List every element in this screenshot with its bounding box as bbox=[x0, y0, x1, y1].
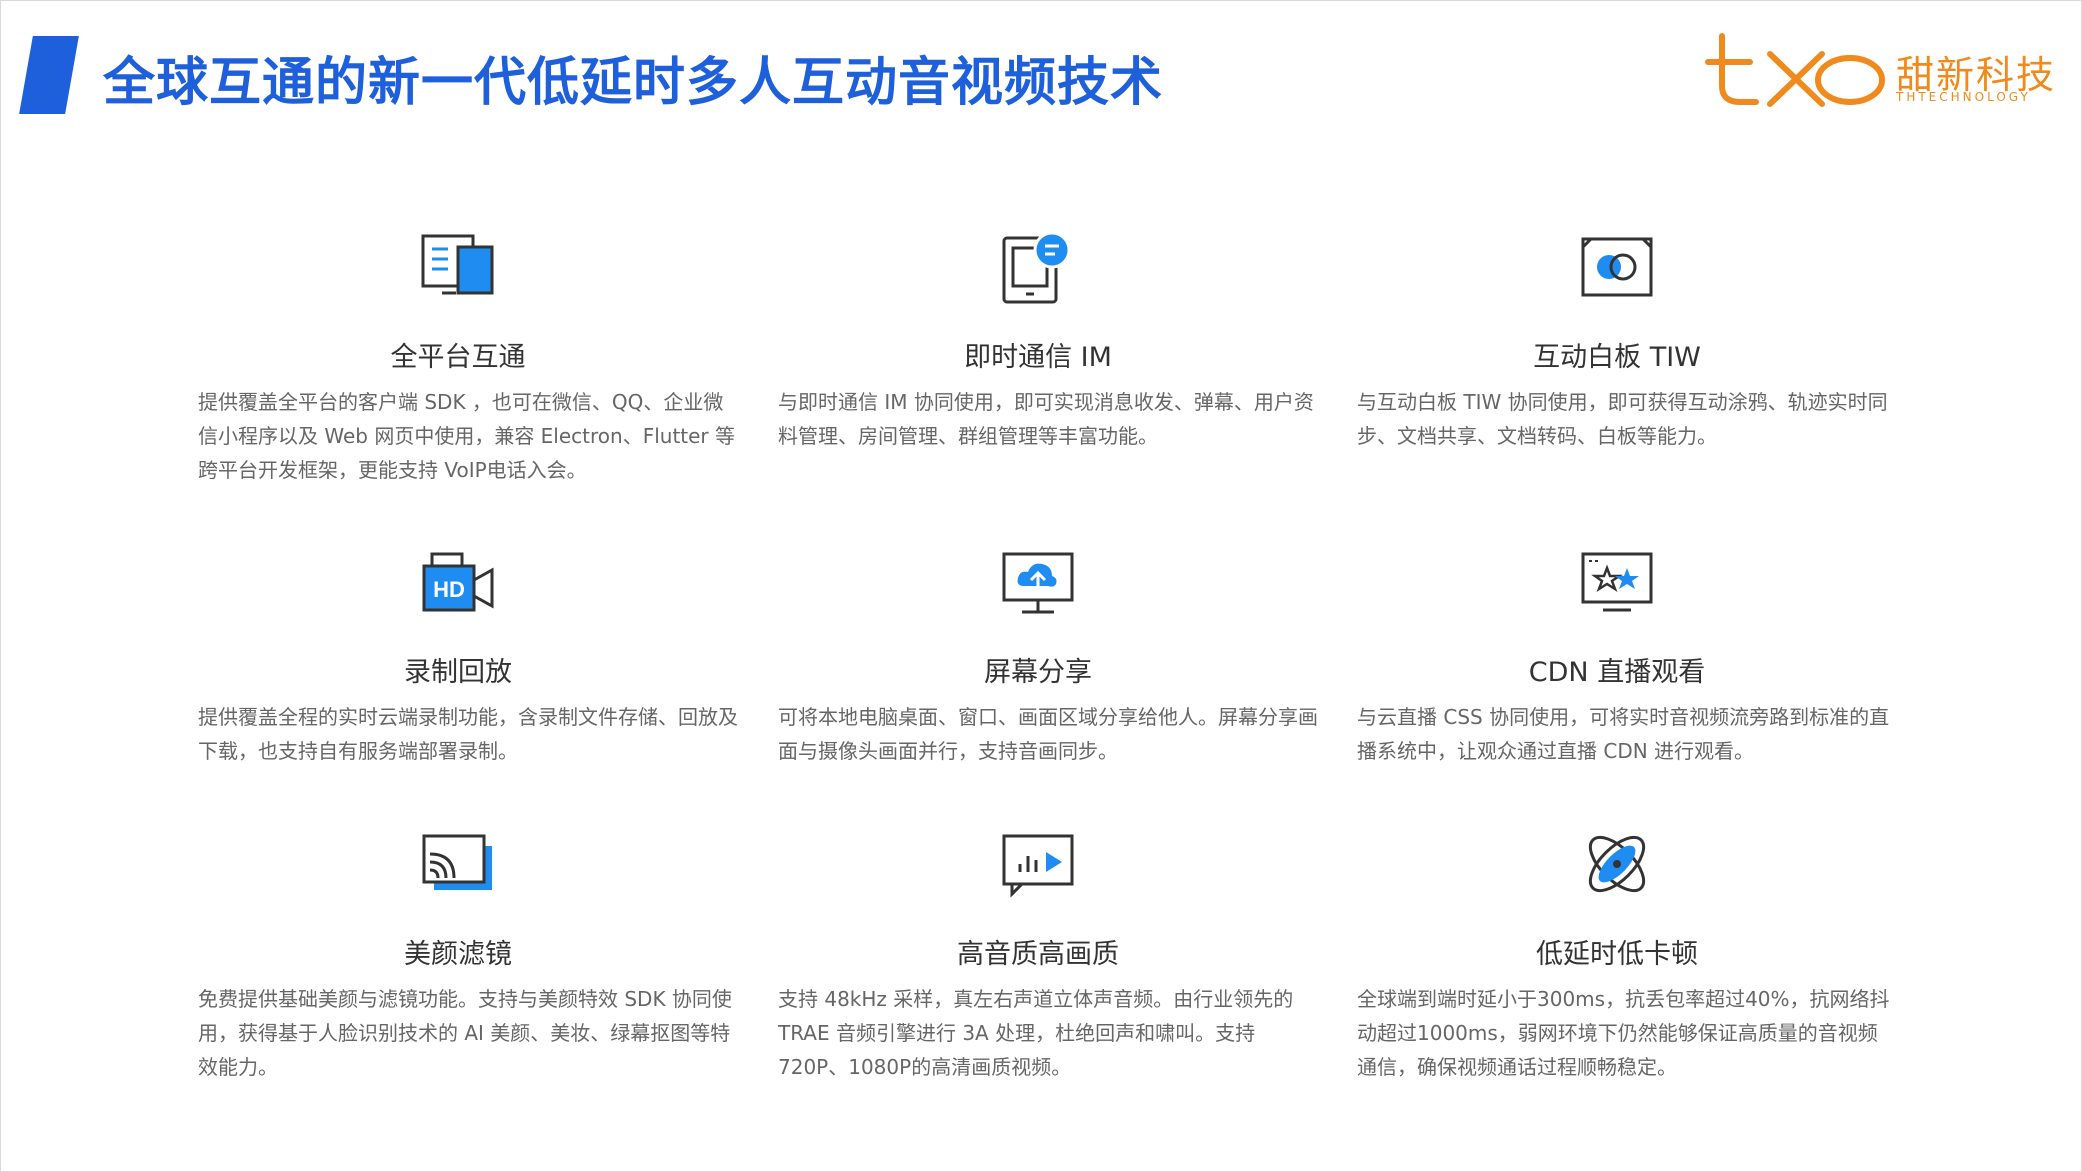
feature-desc: 提供覆盖全程的实时云端录制功能，含录制文件存储、回放及下载，也支持自有服务端部署… bbox=[198, 705, 738, 763]
feature-title: 美颜滤镜 bbox=[404, 939, 512, 970]
feature-title: 互动白板 TIW bbox=[1533, 342, 1701, 373]
feature-desc: 免费提供基础美颜与滤镜功能。支持与美颜特效 SDK 协同使用，获得基于人脸识别技… bbox=[198, 987, 732, 1079]
orbit-icon bbox=[1588, 835, 1646, 893]
feature-title: 即时通信 IM bbox=[964, 342, 1112, 373]
logo-mark-icon bbox=[1705, 33, 1885, 107]
page-title: 全球互通的新一代低延时多人互动音视频技术 bbox=[103, 53, 1164, 113]
feature-title: CDN 直播观看 bbox=[1528, 657, 1706, 688]
feature-desc: 与云直播 CSS 协同使用，可将实时音视频流旁路到标准的直播系统中，让观众通过直… bbox=[1357, 705, 1890, 763]
feature-desc: 支持 48kHz 采样，真左右声道立体声音频。由行业领先的 TRAE 音频引擎进… bbox=[778, 987, 1294, 1079]
feature-title: 屏幕分享 bbox=[984, 657, 1092, 688]
feature-desc: 提供覆盖全平台的客户端 SDK ，也可在微信、QQ、企业微信小程序以及 Web … bbox=[198, 390, 736, 482]
logo-name-en: THTECHNOLOGY bbox=[1896, 90, 2031, 104]
feature-desc: 全球端到端时延小于300ms，抗丢包率超过40%，抗网络抖动超过1000ms，弱… bbox=[1357, 987, 1890, 1079]
company-logo: 甜新科技 THTECHNOLOGY bbox=[1700, 28, 2054, 118]
whiteboard-icon bbox=[1581, 237, 1653, 297]
audio-video-icon bbox=[1002, 834, 1074, 898]
svg-text:HD: HD bbox=[433, 577, 465, 602]
hd-camera-icon: HD bbox=[422, 552, 494, 612]
devices-icon bbox=[421, 234, 494, 295]
feature-title: 低延时低卡顿 bbox=[1536, 939, 1698, 970]
feature-desc: 与互动白板 TIW 协同使用，即可获得互动涂鸦、轨迹实时同步、文档共享、文档转码… bbox=[1357, 390, 1888, 448]
feature-title: 录制回放 bbox=[404, 657, 512, 688]
feature-desc: 可将本地电脑桌面、窗口、画面区域分享给他人。屏幕分享画面与摄像头画面并行，支持音… bbox=[778, 705, 1318, 763]
live-star-icon bbox=[1581, 552, 1653, 612]
chat-icon bbox=[1002, 231, 1071, 304]
feature-title: 全平台互通 bbox=[390, 342, 526, 373]
feature-desc: 与即时通信 IM 协同使用，即可实现消息收发、弹幕、用户资料管理、房间管理、群组… bbox=[778, 390, 1314, 448]
beauty-filter-icon bbox=[422, 834, 492, 890]
feature-title: 高音质高画质 bbox=[957, 939, 1119, 970]
screen-share-icon bbox=[1002, 552, 1074, 614]
